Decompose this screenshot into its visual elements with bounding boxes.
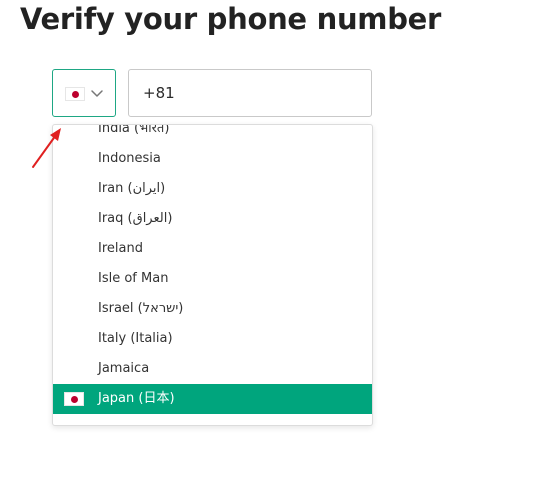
page: Verify your phone number India (भारत) In… xyxy=(0,0,548,480)
phone-number-input[interactable] xyxy=(128,69,372,117)
country-option[interactable]: India (भारत) xyxy=(53,124,372,144)
country-option[interactable]: Jamaica xyxy=(53,354,372,384)
japan-flag-icon xyxy=(65,87,85,101)
country-option-label: Israel (‫ישראל‬‎) xyxy=(98,301,184,316)
country-option-label: India (भारत) xyxy=(98,124,170,136)
country-option[interactable]: Israel (‫ישראל‬‎) xyxy=(53,294,372,324)
country-option-label: Iran (‫ایران‬‎) xyxy=(98,181,166,196)
country-option[interactable]: Isle of Man xyxy=(53,264,372,294)
country-option[interactable]: Ireland xyxy=(53,234,372,264)
country-option-label: Jamaica xyxy=(98,361,150,376)
country-option-selected[interactable]: Japan (日本) xyxy=(53,384,372,414)
country-option[interactable] xyxy=(53,414,372,425)
country-option[interactable]: Iran (‫ایران‬‎) xyxy=(53,174,372,204)
country-option[interactable]: Indonesia xyxy=(53,144,372,174)
annotation-arrow-icon xyxy=(32,128,61,168)
page-title: Verify your phone number xyxy=(20,2,442,36)
country-option-label: Iraq (‫العراق‬‎) xyxy=(98,211,173,226)
country-option-label: Isle of Man xyxy=(98,271,169,286)
chevron-down-icon xyxy=(91,90,103,97)
country-option-label: Ireland xyxy=(98,241,143,256)
country-option-label: Italy (Italia) xyxy=(98,331,173,346)
country-option[interactable]: Italy (Italia) xyxy=(53,324,372,354)
country-option-label: Japan (日本) xyxy=(98,391,175,406)
country-dropdown-list[interactable]: India (भारत) Indonesia Iran (‫ایران‬‎) I… xyxy=(52,124,373,426)
japan-flag-icon xyxy=(64,392,84,406)
country-code-select[interactable] xyxy=(52,69,116,117)
country-option[interactable]: Iraq (‫العراق‬‎) xyxy=(53,204,372,234)
country-option-label: Indonesia xyxy=(98,151,161,166)
